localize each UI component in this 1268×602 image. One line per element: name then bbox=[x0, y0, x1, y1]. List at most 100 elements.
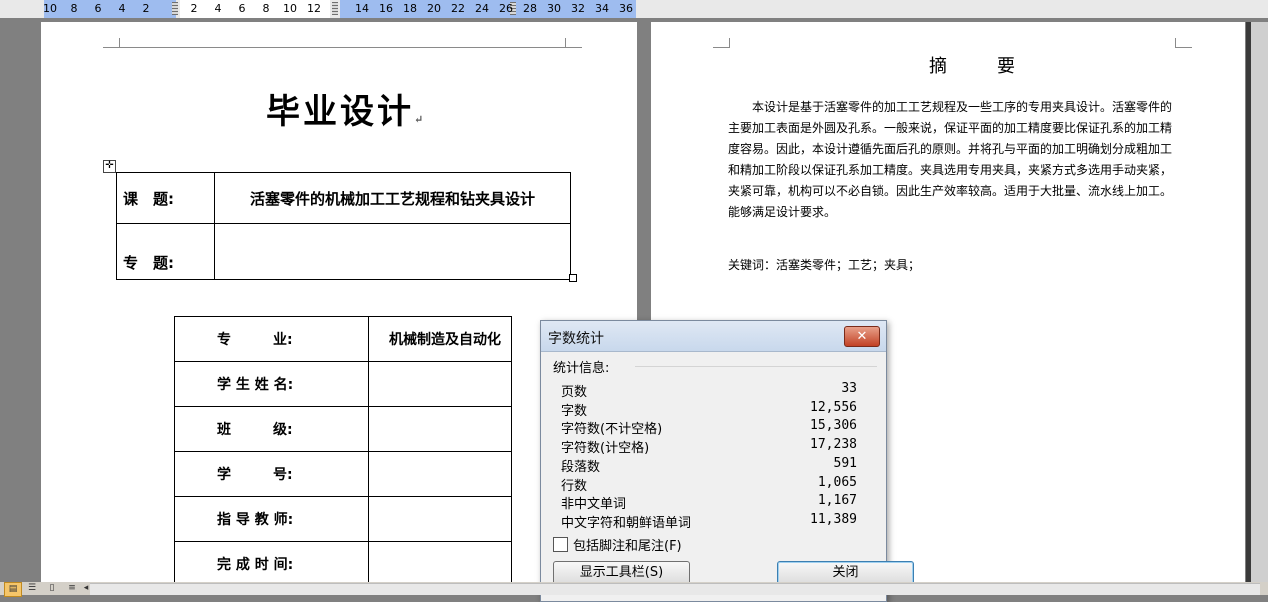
title-text: 毕业设计 bbox=[266, 92, 414, 132]
stats-divider bbox=[635, 366, 877, 367]
dialog-titlebar[interactable]: 字数统计 ✕ bbox=[541, 321, 886, 352]
stat-row: 字数 12,556 bbox=[561, 400, 857, 419]
stat-name: 段落数 bbox=[561, 460, 601, 475]
horizontal-ruler[interactable]: 10 8 6 4 2 2 4 6 8 10 12 14 16 18 20 22 24 26 28 30 32 34 36 bbox=[0, 0, 1268, 18]
stat-row: 非中文单词 1,167 bbox=[561, 493, 857, 512]
ruler-tick-label: 36 bbox=[619, 2, 633, 15]
stat-value: 12,556 bbox=[810, 400, 857, 415]
keywords-line[interactable]: 关键词：活塞类零件；工艺；夹具； bbox=[728, 256, 920, 273]
ruler-tick-label: 22 bbox=[451, 2, 465, 15]
topic-label: 课 题: bbox=[116, 172, 215, 224]
word-count-dialog: 字数统计 ✕ 统计信息: 页数 33 字数 12,556 字符数(不计空格) 1… bbox=[540, 320, 914, 602]
table-row: 专 业: 机械制造及自动化 bbox=[174, 316, 512, 362]
completion-time-label: 完 成 时 间: bbox=[174, 541, 369, 587]
stat-row: 段落数 591 bbox=[561, 456, 857, 475]
ruler-tick-label: 8 bbox=[262, 2, 270, 15]
page-title: 毕业设计↵ bbox=[266, 84, 426, 133]
stat-row: 字符数(计空格) 17,238 bbox=[561, 437, 857, 456]
print-view-icon[interactable]: ▯ bbox=[44, 582, 60, 595]
ruler-tick-label: 4 bbox=[118, 2, 126, 15]
paragraph-mark: ↵ bbox=[414, 113, 427, 126]
margin-corner bbox=[1175, 38, 1192, 48]
ruler-tick-label: 20 bbox=[427, 2, 441, 15]
ruler-indent-marker[interactable] bbox=[172, 2, 178, 15]
table-row: 完 成 时 间: bbox=[174, 541, 512, 587]
advisor-label: 指 导 教 师: bbox=[174, 496, 369, 542]
stat-row: 中文字符和朝鲜语单词 11,389 bbox=[561, 512, 857, 531]
ruler-indent-marker[interactable] bbox=[332, 2, 338, 15]
ruler-tick-label: 12 bbox=[307, 2, 321, 15]
student-id-label: 学 号: bbox=[174, 451, 369, 497]
major-label: 专 业: bbox=[174, 316, 369, 362]
class-label: 班 级: bbox=[174, 406, 369, 452]
completion-time-value[interactable] bbox=[368, 541, 512, 587]
include-footnotes-checkbox[interactable] bbox=[553, 537, 568, 552]
ruler-tick-label: 4 bbox=[214, 2, 222, 15]
ruler-tick-label: 30 bbox=[547, 2, 561, 15]
table-row: 学 号: bbox=[174, 451, 512, 497]
abstract-title: 摘 要 bbox=[929, 56, 1031, 77]
ruler-tick-label: 10 bbox=[43, 2, 57, 15]
advisor-value[interactable] bbox=[368, 496, 512, 542]
major-value[interactable]: 机械制造及自动化 bbox=[368, 316, 512, 362]
horizontal-scrollbar[interactable] bbox=[90, 583, 1260, 595]
table-row: 学 生 姓 名: bbox=[174, 361, 512, 407]
ruler-tick-label: 10 bbox=[283, 2, 297, 15]
ruler-tick-label: 18 bbox=[403, 2, 417, 15]
margin-corner bbox=[103, 38, 120, 48]
table-resize-handle[interactable] bbox=[569, 274, 577, 282]
stat-row: 页数 33 bbox=[561, 381, 857, 400]
stat-value: 15,306 bbox=[810, 418, 857, 433]
subtopic-value[interactable] bbox=[214, 223, 571, 280]
table-move-handle-icon[interactable]: ✛ bbox=[103, 160, 116, 173]
subtopic-label: 专 题: bbox=[116, 223, 215, 280]
ruler-tick-label: 8 bbox=[70, 2, 78, 15]
stat-row: 行数 1,065 bbox=[561, 475, 857, 494]
ruler-tick-label: 24 bbox=[475, 2, 489, 15]
stat-row: 字符数(不计空格) 15,306 bbox=[561, 418, 857, 437]
table-row: 课 题: 活塞零件的机械加工工艺规程和钻夹具设计 bbox=[116, 172, 571, 224]
stat-value: 591 bbox=[833, 456, 857, 471]
web-view-icon[interactable]: ☰ bbox=[24, 582, 40, 595]
table-row: 指 导 教 师: bbox=[174, 496, 512, 542]
stat-name: 字符数(不计空格) bbox=[561, 422, 663, 437]
stat-name: 字符数(计空格) bbox=[561, 441, 650, 456]
table-row: 专 题: bbox=[116, 223, 571, 280]
student-name-label: 学 生 姓 名: bbox=[174, 361, 369, 407]
ruler-tick-label: 2 bbox=[190, 2, 198, 15]
topic-table: 课 题: 活塞零件的机械加工工艺规程和钻夹具设计 专 题: bbox=[116, 172, 571, 280]
student-id-value[interactable] bbox=[368, 451, 512, 497]
topic-value[interactable]: 活塞零件的机械加工工艺规程和钻夹具设计 bbox=[214, 172, 571, 224]
ruler-tick-label: 6 bbox=[94, 2, 102, 15]
stat-name: 非中文单词 bbox=[561, 497, 627, 512]
ruler-tick-label: 2 bbox=[142, 2, 150, 15]
ruler-tick-label: 26 bbox=[499, 2, 513, 15]
student-info-table: 专 业: 机械制造及自动化 学 生 姓 名: 班 级: 学 号: 指 导 教 师… bbox=[174, 316, 512, 587]
stat-name: 行数 bbox=[561, 479, 588, 494]
dialog-title: 字数统计 bbox=[548, 331, 604, 347]
student-name-value[interactable] bbox=[368, 361, 512, 407]
ruler-tick-label: 32 bbox=[571, 2, 585, 15]
stat-name: 页数 bbox=[561, 385, 588, 400]
margin-corner bbox=[713, 38, 730, 48]
table-row: 班 级: bbox=[174, 406, 512, 452]
ruler-tick-label: 14 bbox=[355, 2, 369, 15]
class-value[interactable] bbox=[368, 406, 512, 452]
stat-name: 中文字符和朝鲜语单词 bbox=[561, 516, 692, 531]
abstract-body[interactable]: 本设计是基于活塞零件的加工工艺规程及一些工序的专用夹具设计。活塞零件的主要加工表… bbox=[728, 97, 1174, 223]
ruler-tick-label: 16 bbox=[379, 2, 393, 15]
include-footnotes-label[interactable]: 包括脚注和尾注(F) bbox=[573, 535, 682, 554]
stats-heading: 统计信息: bbox=[553, 361, 610, 376]
vertical-scrollbar-area[interactable] bbox=[1251, 22, 1268, 582]
stat-value: 1,065 bbox=[817, 475, 857, 490]
stat-value: 1,167 bbox=[817, 493, 857, 508]
ruler-tick-label: 6 bbox=[238, 2, 246, 15]
margin-corner bbox=[565, 38, 582, 48]
ruler-tick-label: 28 bbox=[523, 2, 537, 15]
close-icon[interactable]: ✕ bbox=[844, 326, 880, 347]
header-line bbox=[119, 38, 565, 48]
stat-value: 33 bbox=[841, 381, 857, 396]
stat-value: 11,389 bbox=[810, 512, 857, 527]
stat-value: 17,238 bbox=[810, 437, 857, 452]
ruler-tick-label: 34 bbox=[595, 2, 609, 15]
